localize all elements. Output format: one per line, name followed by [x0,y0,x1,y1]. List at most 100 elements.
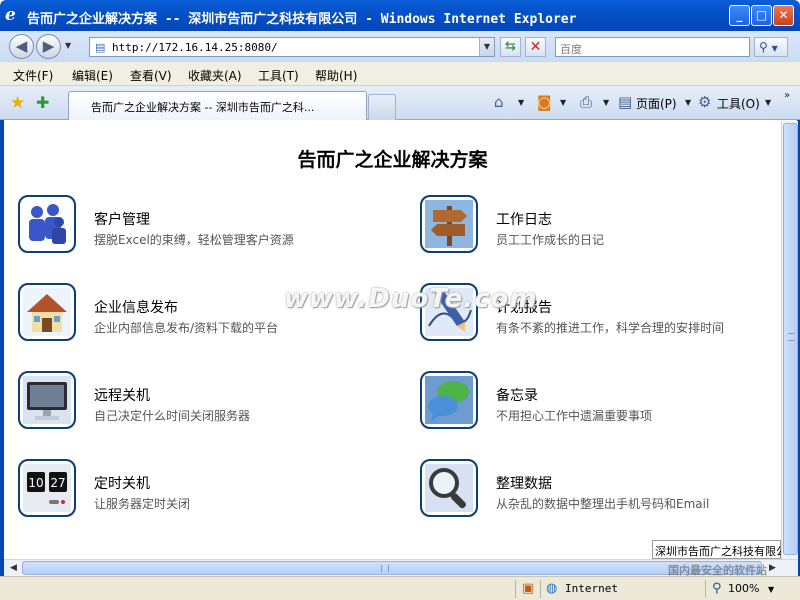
status-bar: ▣ ◍ Internet ⚲ 100% ▼ [0,576,800,600]
scroll-right-arrow-icon[interactable]: ▶ [765,561,780,576]
app-item-timed-shutdown[interactable]: 10 27 定时关机 让服务器定时关闭 [4,459,374,523]
zoom-icon[interactable]: ⚲ [712,581,722,596]
monitor-icon [18,371,76,429]
address-toolbar: ◀ ▶ ▼ ▤ http://172.16.14.25:8080/ ▼ ⇆ ✕ … [0,31,800,62]
stop-button[interactable]: ✕ [525,37,546,57]
gear-icon: ⚙ [698,93,712,111]
search-options-dropdown[interactable]: ▼ [772,44,778,53]
flip-clock-icon: 10 27 [18,459,76,517]
feeds-icon[interactable]: ◙ [537,93,552,111]
app-desc: 让服务器定时关闭 [94,497,191,511]
print-dropdown[interactable]: ▼ [603,98,609,107]
house-icon [18,283,76,341]
search-placeholder: 百度 [560,43,582,56]
menu-tools[interactable]: 工具(T) [258,67,299,84]
vertical-scrollbar[interactable] [781,121,798,559]
home-dropdown[interactable]: ▼ [518,98,524,107]
popup-blocker-icon[interactable]: ▣ [522,581,534,596]
menu-bar: 文件(F) 编辑(E) 查看(V) 收藏夹(A) 工具(T) 帮助(H) [0,62,800,86]
vertical-scroll-thumb[interactable] [783,123,798,555]
globe-icon: ◍ [546,581,558,596]
status-separator [540,580,541,598]
search-button[interactable]: ⚲ ▼ [754,37,788,57]
title-bar: e 告而广之企业解决方案 -- 深圳市告而广之科技有限公司 - Windows … [0,0,800,31]
tab-current[interactable]: 告而广之企业解决方案 -- 深圳市告而广之科... [68,91,367,120]
zoom-dropdown[interactable]: ▼ [768,585,774,594]
users-icon [18,195,76,253]
menu-favorites[interactable]: 收藏夹(A) [188,67,242,84]
zoom-level[interactable]: 100% [728,582,759,595]
maximize-button[interactable]: □ [751,5,772,26]
company-select[interactable]: 深圳市告而广之科技有限公司 [652,540,781,559]
forward-button[interactable]: ▶ [36,34,61,59]
app-name: 整理数据 [496,476,552,492]
vertical-grip-icon [788,333,795,341]
page-menu-dropdown[interactable]: ▼ [685,98,691,107]
app-item-customer[interactable]: 客户管理 摆脱Excel的束缚，轻松管理客户资源 [4,195,374,259]
watermark-text: www.DuoTe.com [284,284,538,314]
home-icon[interactable]: ⌂ [494,93,504,111]
refresh-icon: ⇆ [505,39,516,54]
tools-menu[interactable]: 工具(O) [717,95,760,112]
horizontal-grip-icon [381,565,389,572]
horizontal-scroll-thumb[interactable] [22,561,762,575]
page-icon: ▤ [95,41,106,54]
app-desc: 从杂乱的数据中整理出手机号码和Email [496,497,710,511]
app-item-data-cleanup[interactable]: 整理数据 从杂乱的数据中整理出手机号码和Email [406,459,776,523]
status-separator [705,580,706,598]
security-zone: Internet [565,582,618,595]
page-menu[interactable]: 页面(P) [636,95,677,112]
favorites-star-icon[interactable]: ★ [10,93,25,113]
ie-logo-icon: e [5,5,16,25]
app-desc: 摆脱Excel的束缚，轻松管理客户资源 [94,233,294,247]
app-name: 定时关机 [94,476,150,492]
menu-file[interactable]: 文件(F) [13,67,53,84]
svg-text:10: 10 [28,476,43,490]
app-desc: 有条不紊的推进工作，科学合理的安排时间 [496,321,725,335]
app-desc: 员工工作成长的日记 [496,233,605,247]
menu-edit[interactable]: 编辑(E) [72,67,113,84]
menu-help[interactable]: 帮助(H) [315,67,357,84]
page-title: 告而广之企业解决方案 [297,149,488,171]
app-item-memo[interactable]: 备忘录 不用担心工作中遗漏重要事项 [406,371,776,435]
toolbar-overflow-chevron-icon[interactable]: » [784,90,790,101]
app-item-remote-shutdown[interactable]: 远程关机 自己决定什么时间关闭服务器 [4,371,374,435]
svg-text:27: 27 [50,476,65,490]
app-desc: 不用担心工作中遗漏重要事项 [496,409,653,423]
chat-bubbles-icon [420,371,478,429]
feeds-dropdown[interactable]: ▼ [560,98,566,107]
back-arrow-icon: ◀ [15,37,28,55]
recent-pages-dropdown[interactable]: ▼ [65,41,71,50]
page-menu-icon: ▤ [618,93,633,111]
stop-icon: ✕ [529,39,542,55]
app-name: 备忘录 [496,388,538,404]
app-name: 企业信息发布 [94,300,178,316]
magnifier-icon [420,459,478,517]
signpost-icon [420,195,478,253]
status-separator [515,580,516,598]
app-name: 工作日志 [496,212,552,228]
scroll-left-arrow-icon[interactable]: ◀ [6,561,21,576]
print-icon[interactable]: ⎙ [580,93,592,111]
app-item-worklog[interactable]: 工作日志 员工工作成长的日记 [406,195,776,259]
forward-arrow-icon: ▶ [42,37,55,55]
search-input[interactable]: 百度 [555,37,750,57]
add-favorite-icon[interactable]: ✚ [36,93,49,112]
window-title: 告而广之企业解决方案 -- 深圳市告而广之科技有限公司 - Windows In… [27,12,577,27]
tab-bar: ★ ✚ 告而广之企业解决方案 -- 深圳市告而广之科... ⌂ ▼ ◙ ▼ ⎙ … [0,86,800,120]
new-tab-button[interactable] [368,94,396,120]
page-content: 告而广之企业解决方案 客户管理 摆脱Excel的束缚，轻松管理客户资源 工作日志… [4,121,781,559]
close-button[interactable]: ✕ [773,5,794,26]
address-text: http://172.16.14.25:8080/ [112,41,278,54]
app-name: 客户管理 [94,212,150,228]
tab-title: 告而广之企业解决方案 -- 深圳市告而广之科... [91,101,315,114]
minimize-button[interactable]: _ [729,5,750,26]
app-desc: 自己决定什么时间关闭服务器 [94,409,251,423]
address-dropdown[interactable]: ▼ [479,38,494,56]
address-input[interactable]: ▤ http://172.16.14.25:8080/ ▼ [89,37,495,57]
tools-menu-dropdown[interactable]: ▼ [765,98,771,107]
back-button[interactable]: ◀ [9,34,34,59]
refresh-button[interactable]: ⇆ [500,37,521,57]
app-name: 远程关机 [94,388,150,404]
menu-view[interactable]: 查看(V) [130,67,172,84]
